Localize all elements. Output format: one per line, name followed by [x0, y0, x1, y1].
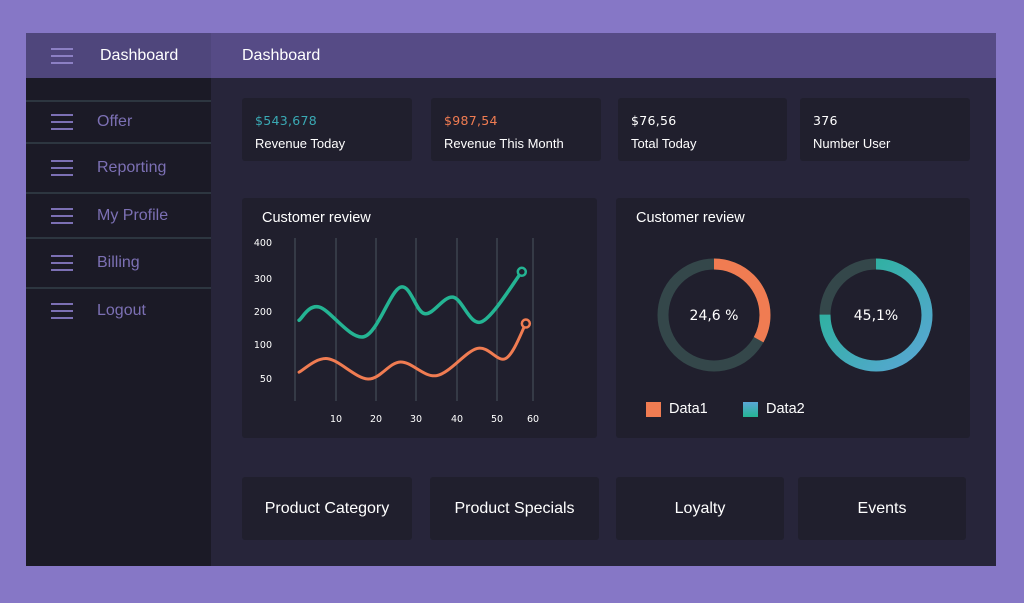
product-category-button[interactable]: Product Category: [242, 477, 412, 540]
legend-item-data1: Data1: [646, 401, 708, 417]
sidebar-title: Dashboard: [100, 46, 179, 64]
legend-swatch: [743, 401, 758, 417]
top-bar: Dashboard: [211, 33, 996, 78]
orange-series-line: [297, 322, 528, 381]
events-button[interactable]: Events: [798, 477, 966, 540]
teal-series-line: [297, 270, 524, 339]
legend-label: Data1: [669, 401, 708, 417]
line-chart: 50 100 200 300 400 10 20 30 40 50 60: [254, 238, 539, 425]
sidebar-item-label: Logout: [97, 302, 146, 319]
hamburger-icon[interactable]: [51, 47, 73, 64]
legend-swatch: [646, 401, 661, 417]
y-tick-label: 400: [254, 238, 272, 249]
donut-value-label: 45,1%: [854, 308, 898, 324]
hamburger-icon: [51, 303, 73, 319]
sidebar-item-label: Offer: [97, 113, 133, 130]
sidebar-item-logout[interactable]: Logout: [26, 287, 211, 333]
stat-card-revenue-today: $543,678 Revenue Today: [242, 98, 412, 161]
stat-card-revenue-month: $987,54 Revenue This Month: [431, 98, 601, 161]
stat-value: $76,56: [631, 113, 677, 128]
legend-item-data2: Data2: [743, 401, 805, 417]
teal-series-end-marker: [516, 266, 528, 278]
stat-card-number-user: 376 Number User: [800, 98, 970, 161]
sidebar-item-label: Billing: [97, 254, 140, 271]
sidebar-item-label: My Profile: [97, 206, 169, 224]
donut-value-label: 24,6 %: [690, 308, 739, 324]
sidebar-nav: Offer Reporting My Profile Billing Logou…: [26, 100, 211, 333]
sidebar: Dashboard Offer Reporting My Profile Bil…: [26, 33, 211, 566]
legend-label: Data2: [766, 401, 805, 417]
x-tick-label: 50: [491, 414, 503, 425]
x-tick-label: 30: [410, 414, 422, 425]
stat-value: 376: [813, 113, 838, 128]
sidebar-item-offer[interactable]: Offer: [26, 100, 211, 142]
y-tick-label: 50: [260, 374, 272, 385]
dashboard-app: Dashboard Offer Reporting My Profile Bil…: [26, 33, 996, 566]
stat-label: Revenue This Month: [444, 136, 564, 151]
sidebar-header: Dashboard: [26, 33, 211, 78]
sidebar-item-my-profile[interactable]: My Profile: [26, 192, 211, 237]
sidebar-item-reporting[interactable]: Reporting: [26, 142, 211, 192]
stat-label: Total Today: [631, 136, 697, 151]
stat-label: Revenue Today: [255, 136, 346, 151]
line-chart-panel: Customer review 50 100 200 300 400 10 20 30 40 5…: [242, 198, 597, 438]
sidebar-item-label: Reporting: [97, 159, 167, 176]
x-tick-label: 10: [330, 414, 342, 425]
product-specials-button[interactable]: Product Specials: [430, 477, 599, 540]
x-tick-label: 20: [370, 414, 382, 425]
y-tick-label: 200: [254, 307, 272, 318]
donut-chart-panel: Customer review 24,6 % 45,1% Data1 Data2: [616, 198, 970, 438]
orange-series-end-marker: [520, 318, 532, 329]
hamburger-icon: [51, 207, 73, 224]
hamburger-icon: [51, 160, 73, 176]
stat-card-total-today: $76,56 Total Today: [618, 98, 787, 161]
page-title: Dashboard: [242, 46, 321, 64]
stat-value: $987,54: [444, 113, 498, 128]
hamburger-icon: [51, 114, 73, 130]
stat-label: Number User: [813, 136, 891, 151]
loyalty-button[interactable]: Loyalty: [616, 477, 784, 540]
x-tick-label: 60: [527, 414, 539, 425]
sidebar-item-billing[interactable]: Billing: [26, 237, 211, 287]
y-tick-label: 100: [254, 340, 272, 351]
hamburger-icon: [51, 255, 73, 271]
y-tick-label: 300: [254, 274, 272, 285]
stat-value: $543,678: [255, 113, 318, 128]
x-tick-label: 40: [451, 414, 463, 425]
